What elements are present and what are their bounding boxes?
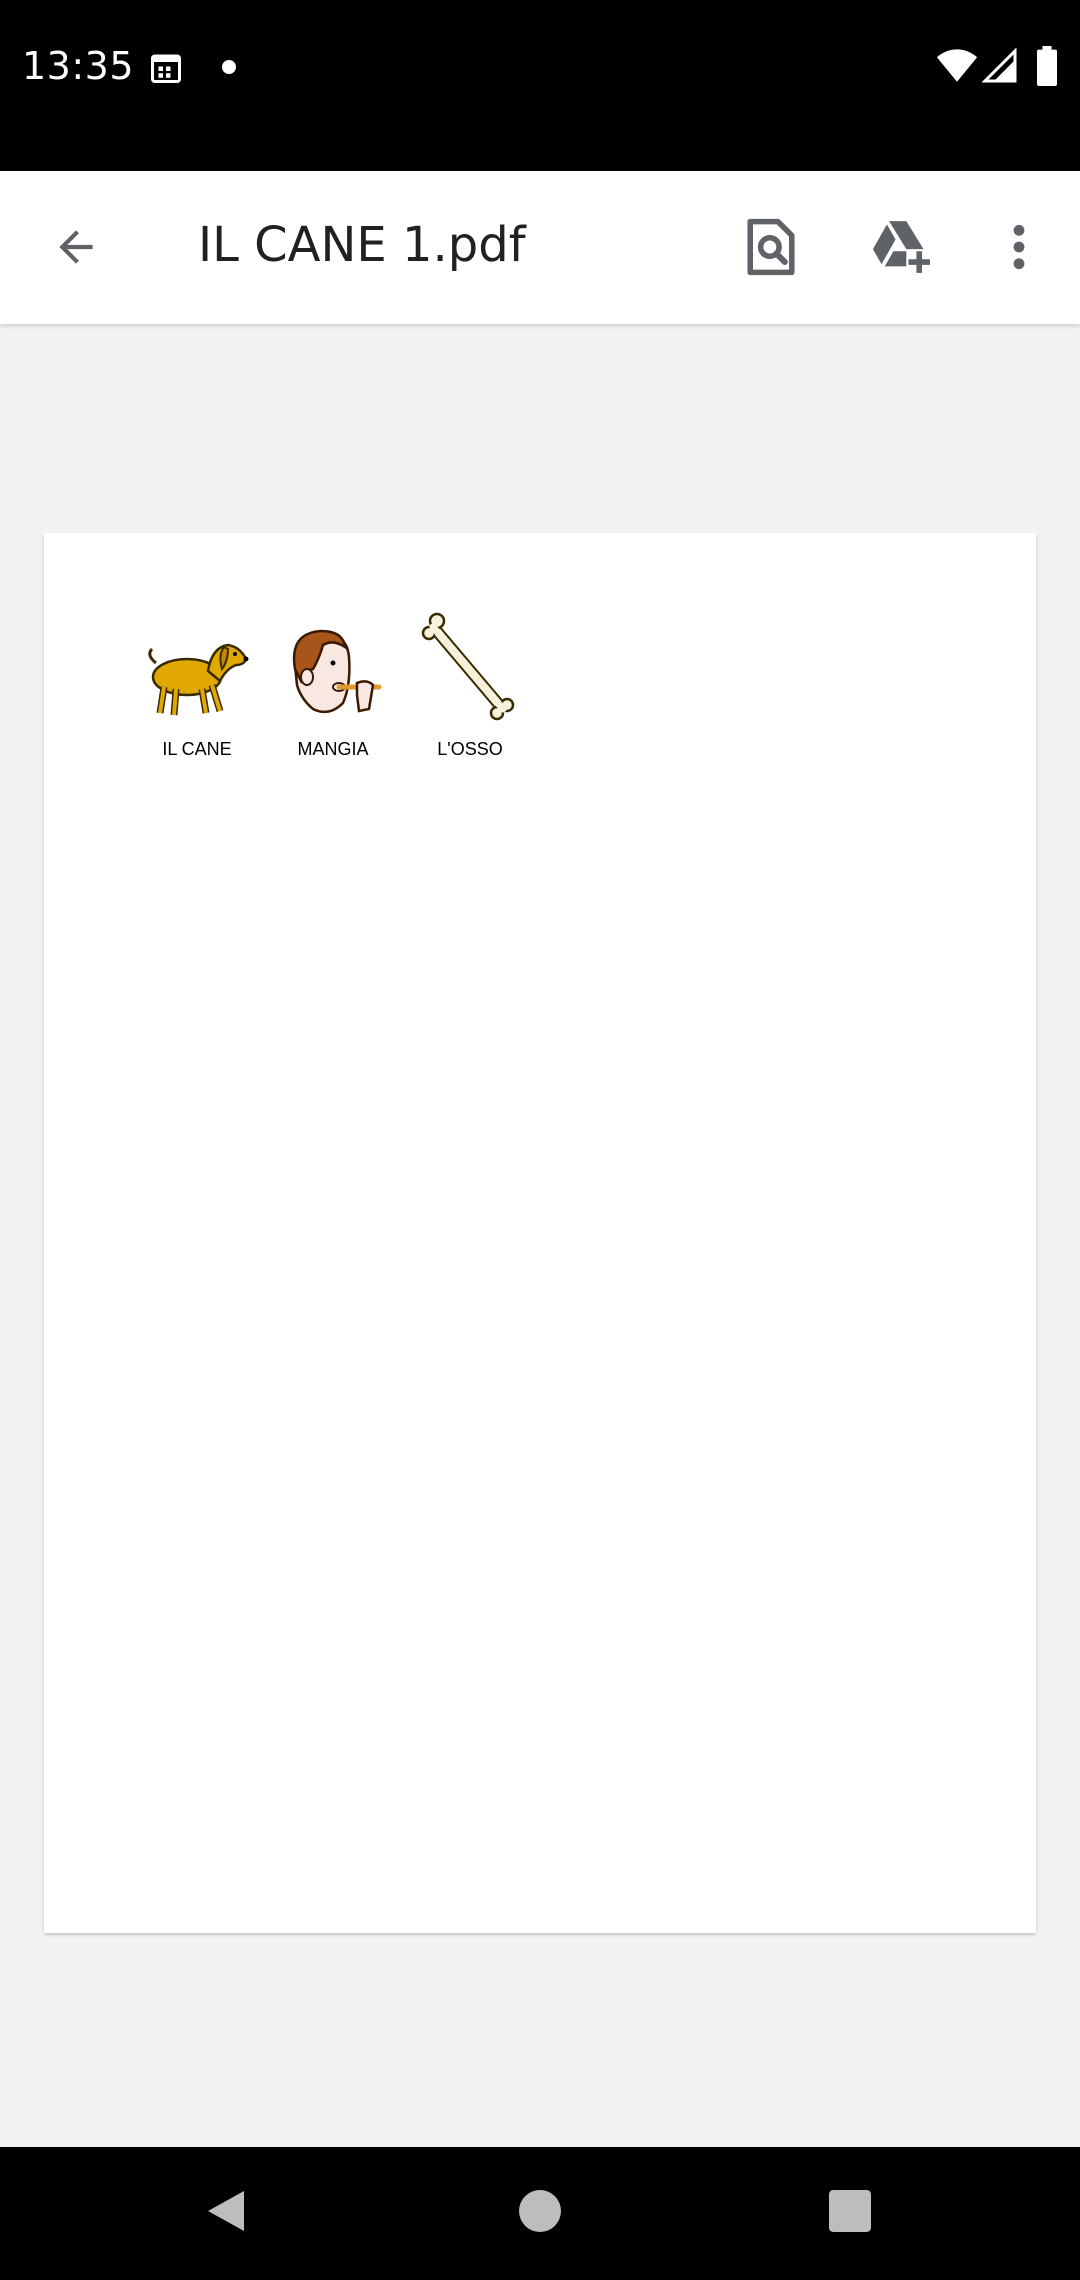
app-bar: IL CANE 1.pdf (0, 171, 1080, 324)
symbol-eat: MANGIA (268, 625, 398, 775)
wifi-icon (936, 48, 978, 89)
nav-home-icon (519, 2189, 561, 2237)
nav-recents-icon (829, 2189, 871, 2237)
dog-icon (132, 625, 262, 725)
navigation-bar (0, 2147, 1080, 2280)
symbol-label: L'OSSO (437, 739, 503, 759)
nav-home-button[interactable] (500, 2173, 580, 2253)
back-button[interactable] (36, 209, 116, 289)
calendar-icon (148, 50, 184, 91)
back-arrow-icon (51, 222, 101, 277)
nav-back-button[interactable] (186, 2173, 266, 2253)
battery-icon (1036, 46, 1058, 91)
symbol-label: IL CANE (162, 739, 232, 759)
add-to-drive-button[interactable] (862, 209, 942, 289)
bone-icon (405, 611, 535, 723)
status-time: 13:35 (22, 44, 135, 88)
more-vert-icon (1011, 222, 1027, 277)
add-to-drive-icon (869, 219, 935, 280)
document-title: IL CANE 1.pdf (198, 217, 526, 273)
find-in-page-icon (744, 217, 798, 282)
find-in-page-button[interactable] (731, 209, 811, 289)
notification-dot-icon (222, 60, 236, 74)
symbol-bone: L'OSSO (405, 612, 535, 775)
signal-icon (981, 47, 1018, 89)
symbol-dog: IL CANE (132, 625, 262, 775)
pdf-page: IL CANE MANGIA L'OSSO (44, 533, 1036, 1933)
person-eating-icon (268, 625, 398, 725)
more-options-button[interactable] (979, 209, 1059, 289)
nav-recents-button[interactable] (810, 2173, 890, 2253)
status-bar: 13:35 (0, 0, 1080, 171)
nav-back-icon (204, 2187, 248, 2240)
symbol-label: MANGIA (297, 739, 369, 759)
